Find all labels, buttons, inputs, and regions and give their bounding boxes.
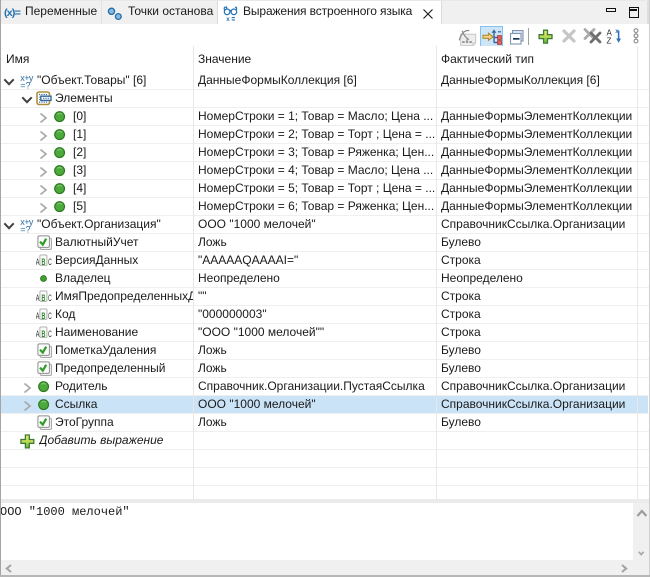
svg-text:С: С (48, 329, 52, 339)
svg-text:В: В (42, 329, 46, 339)
svg-text:С: С (48, 257, 52, 267)
svg-text:В: В (42, 311, 46, 321)
svg-text:С: С (48, 311, 52, 321)
svg-text:А: А (36, 311, 40, 321)
svg-text:В: В (42, 293, 46, 303)
svg-text:А: А (36, 257, 40, 267)
svg-text:А: А (36, 329, 40, 339)
svg-text:x: x (226, 17, 230, 22)
svg-text:С: С (48, 293, 52, 303)
svg-text:А: А (36, 293, 40, 303)
svg-text:=?: =? (20, 80, 30, 89)
svg-text:Z: Z (607, 37, 612, 46)
svg-text:=?: =? (20, 224, 30, 233)
svg-text:В: В (42, 257, 46, 267)
